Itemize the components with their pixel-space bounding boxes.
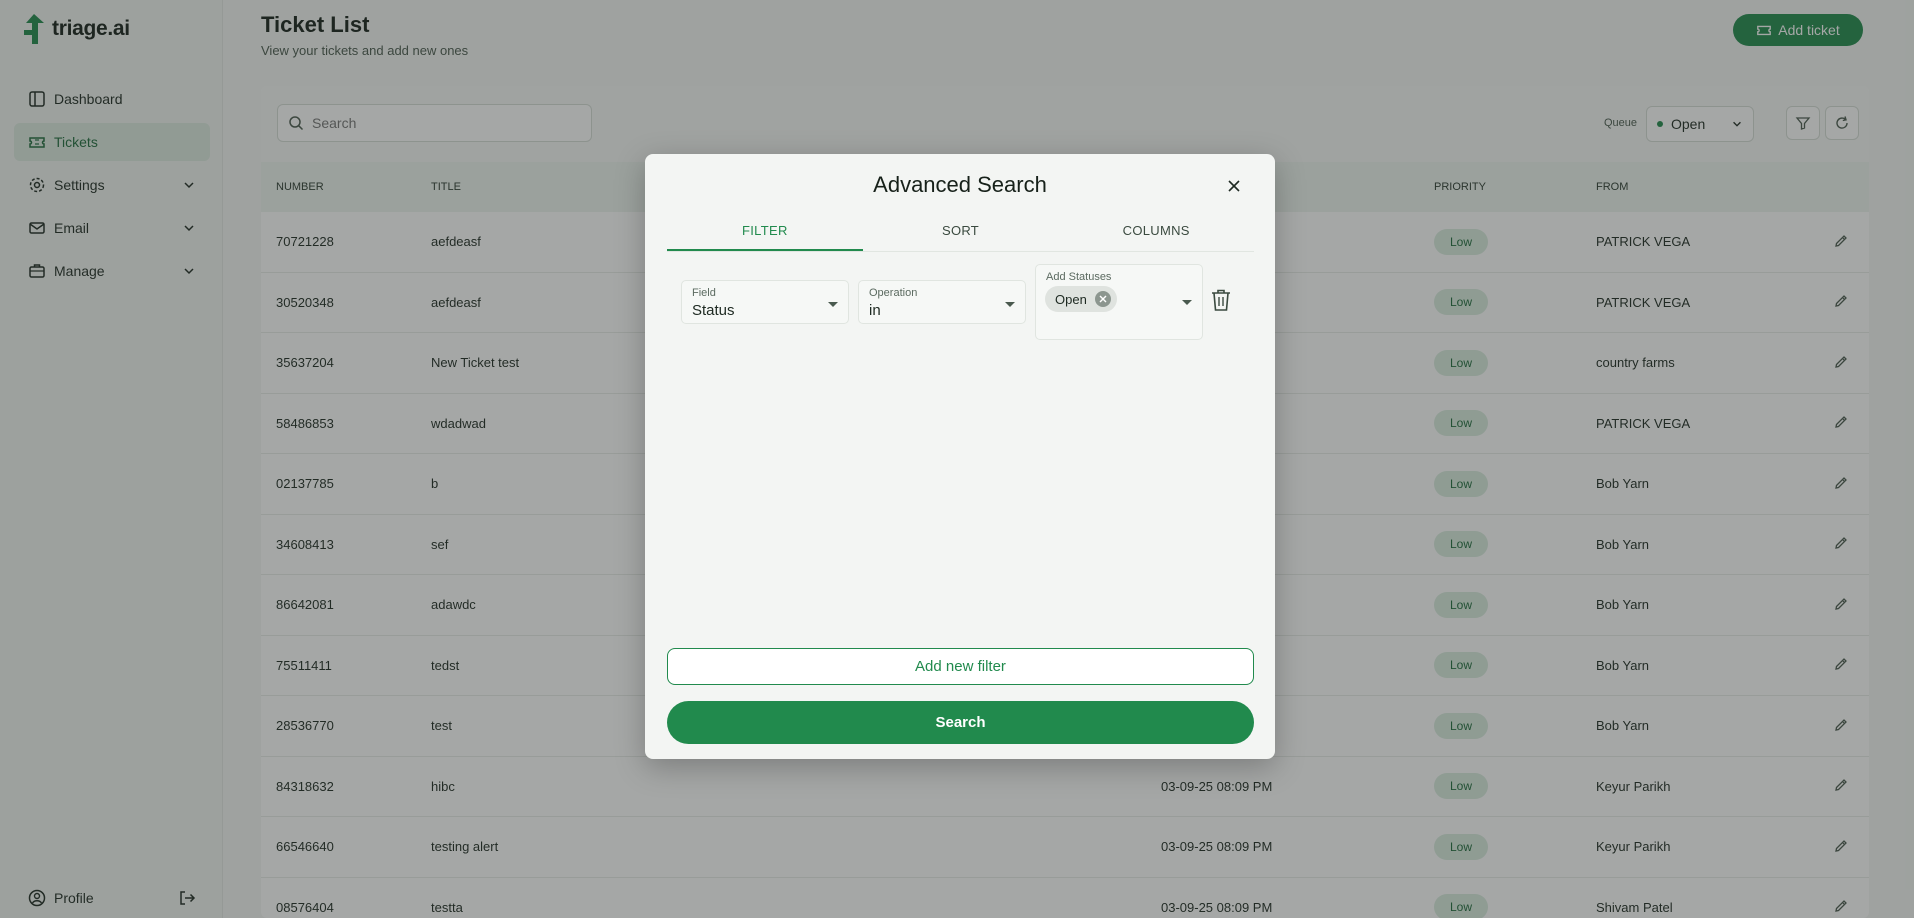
remove-chip-icon[interactable] xyxy=(1094,291,1111,307)
operation-select[interactable]: Operation in xyxy=(858,280,1026,324)
statuses-select[interactable]: Add Statuses Open xyxy=(1035,264,1203,340)
field-select-value: Status xyxy=(692,302,735,319)
caret-down-icon xyxy=(828,302,838,307)
operation-select-label: Operation xyxy=(869,287,918,299)
tab-sort[interactable]: SORT xyxy=(863,216,1059,251)
modal-title: Advanced Search xyxy=(873,172,1047,197)
field-select[interactable]: Field Status xyxy=(681,280,849,324)
delete-filter-button[interactable] xyxy=(1210,288,1232,312)
modal-tabs: FILTER SORT COLUMNS xyxy=(667,216,1254,252)
close-icon xyxy=(1228,180,1240,192)
trash-icon xyxy=(1212,289,1230,311)
search-button[interactable]: Search xyxy=(667,701,1254,744)
caret-down-icon xyxy=(1005,302,1015,307)
operation-select-value: in xyxy=(869,302,881,319)
field-select-label: Field xyxy=(692,287,716,299)
caret-down-icon xyxy=(1182,300,1192,305)
tab-filter[interactable]: FILTER xyxy=(667,216,863,251)
close-button[interactable] xyxy=(1224,176,1244,196)
status-chip-label: Open xyxy=(1055,291,1087,307)
tab-columns[interactable]: COLUMNS xyxy=(1058,216,1254,251)
advanced-search-modal: Advanced Search FILTER SORT COLUMNS Fiel… xyxy=(645,154,1275,759)
status-chip: Open xyxy=(1045,286,1117,312)
statuses-select-label: Add Statuses xyxy=(1046,271,1112,283)
add-new-filter-button[interactable]: Add new filter xyxy=(667,648,1254,685)
